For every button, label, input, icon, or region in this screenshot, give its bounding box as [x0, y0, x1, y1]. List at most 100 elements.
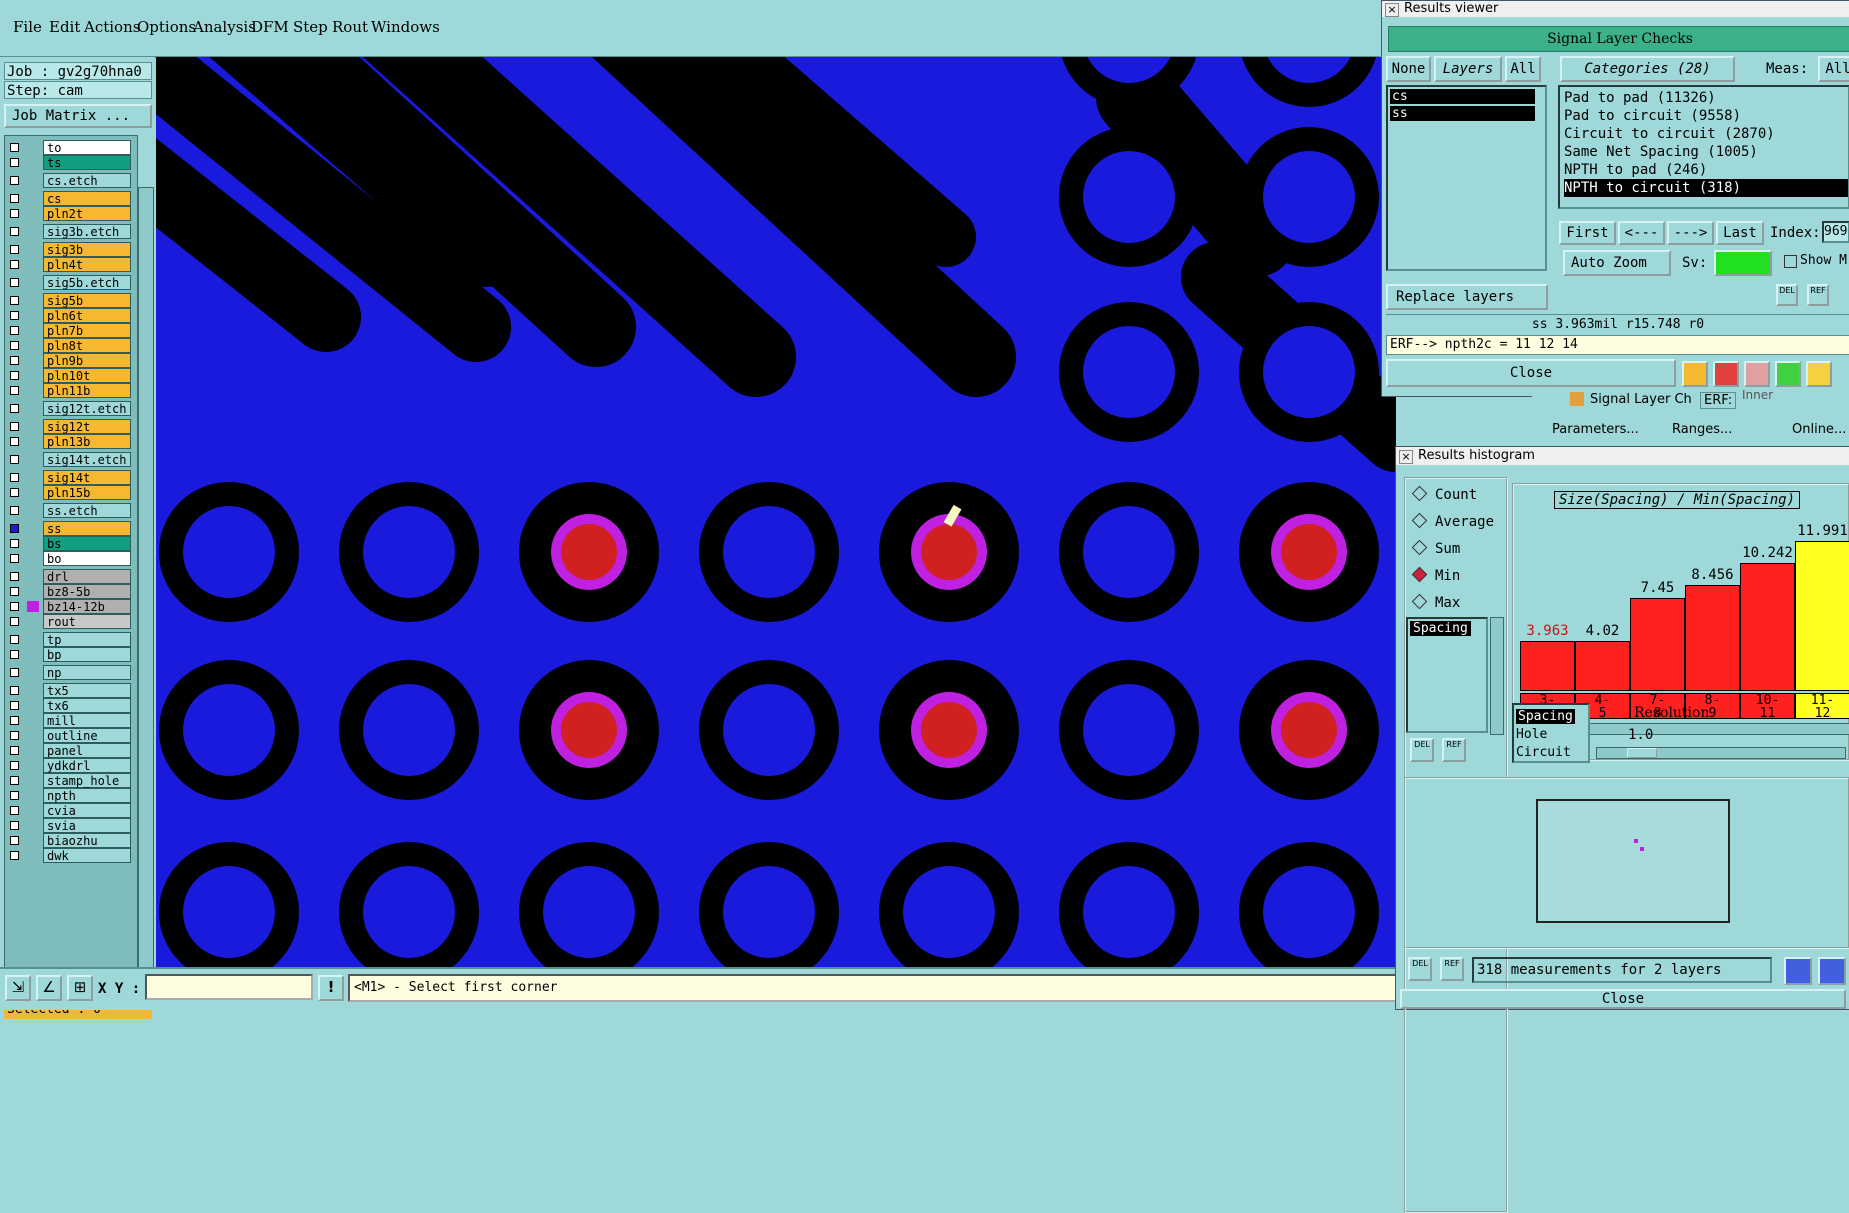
layer-name[interactable]: bo	[43, 551, 131, 566]
histogram-bar[interactable]	[1685, 585, 1740, 691]
layer-name[interactable]: ss.etch	[43, 503, 131, 518]
tool-icon[interactable]	[1806, 361, 1832, 387]
layer-row-stamp_hole[interactable]: stamp_hole	[7, 773, 133, 788]
mode-count[interactable]: Count	[1411, 485, 1477, 503]
measure-scrollbar[interactable]	[1490, 617, 1504, 735]
layer-row-sig5b[interactable]: sig5b	[7, 293, 133, 308]
layer-row-tx5[interactable]: tx5	[7, 683, 133, 698]
layer-name[interactable]: cvia	[43, 803, 131, 818]
layer-checkbox[interactable]	[10, 194, 19, 203]
layer-row-sig12t.etch[interactable]: sig12t.etch	[7, 401, 133, 416]
category-item[interactable]: Same Net Spacing (1005)	[1564, 143, 1758, 161]
layer-checkbox[interactable]	[10, 341, 19, 350]
layer-checkbox[interactable]	[10, 806, 19, 815]
category-item[interactable]: NPTH to circuit (318)	[1564, 179, 1848, 197]
layer-checkbox[interactable]	[10, 524, 19, 533]
layer-checkbox[interactable]	[10, 371, 19, 380]
mode-sum[interactable]: Sum	[1411, 539, 1460, 557]
layer-checkbox[interactable]	[10, 506, 19, 515]
del-icon[interactable]: DEL	[1408, 957, 1432, 981]
layer-row-panel[interactable]: panel	[7, 743, 133, 758]
histogram-bar[interactable]	[1630, 598, 1685, 691]
layer-row-pln7b[interactable]: pln7b	[7, 323, 133, 338]
layer-row-ss[interactable]: ss	[7, 521, 133, 536]
layer-name[interactable]: pln8t	[43, 338, 131, 353]
layer-row-mill[interactable]: mill	[7, 713, 133, 728]
tool-icon[interactable]	[1713, 361, 1739, 387]
layer-checkbox[interactable]	[10, 356, 19, 365]
layer-checkbox[interactable]	[10, 701, 19, 710]
layer-name[interactable]: bp	[43, 647, 131, 662]
tool-icon[interactable]	[1775, 361, 1801, 387]
layer-checkbox[interactable]	[10, 404, 19, 413]
layer-name[interactable]: stamp_hole	[43, 773, 131, 788]
layer-checkbox[interactable]	[10, 602, 19, 611]
layer-name[interactable]: cs	[43, 191, 131, 206]
layer-checkbox[interactable]	[10, 158, 19, 167]
show-checkbox[interactable]	[1784, 255, 1797, 268]
layer-name[interactable]: sig14t	[43, 470, 131, 485]
layers-toggle-button[interactable]: Layers	[1434, 56, 1502, 82]
graphics-canvas[interactable]	[156, 57, 1396, 967]
layer-row-tx6[interactable]: tx6	[7, 698, 133, 713]
layer-name[interactable]: pln10t	[43, 368, 131, 383]
layer-row-drl[interactable]: drl	[7, 569, 133, 584]
close-icon[interactable]: ×	[1399, 450, 1413, 464]
pcb-view[interactable]	[156, 57, 1396, 967]
layer-row-sig5b.etch[interactable]: sig5b.etch	[7, 275, 133, 290]
layer-name[interactable]: outline	[43, 728, 131, 743]
measure-item[interactable]: Spacing	[1410, 621, 1471, 636]
index-input[interactable]: 969	[1822, 221, 1849, 243]
meas-selector[interactable]: All	[1818, 56, 1849, 82]
layer-row-biaozhu[interactable]: biaozhu	[7, 833, 133, 848]
layer-row-pln4t[interactable]: pln4t	[7, 257, 133, 272]
ref-icon[interactable]: REF	[1442, 738, 1466, 762]
layer-checkbox[interactable]	[10, 635, 19, 644]
layer-name[interactable]: sig5b.etch	[43, 275, 131, 290]
mode-average[interactable]: Average	[1411, 512, 1494, 530]
category-item[interactable]: Pad to circuit (9558)	[1564, 107, 1741, 125]
ref-icon[interactable]: REF	[1440, 957, 1464, 981]
info-icon[interactable]: !	[318, 975, 344, 1001]
menu-options[interactable]: Options	[137, 18, 196, 36]
menu-rout[interactable]: Rout	[332, 18, 368, 36]
first-button[interactable]: First	[1559, 221, 1616, 245]
layer-name[interactable]: svia	[43, 818, 131, 833]
layer-name[interactable]: sig12t	[43, 419, 131, 434]
measure-list[interactable]: Spacing	[1406, 617, 1488, 733]
layer-name[interactable]: to	[43, 140, 131, 155]
layer-row-pln8t[interactable]: pln8t	[7, 338, 133, 353]
layer-row-to[interactable]: to	[7, 140, 133, 155]
layer-row-cvia[interactable]: cvia	[7, 803, 133, 818]
layer-row-sig14t[interactable]: sig14t	[7, 470, 133, 485]
layer-name[interactable]: biaozhu	[43, 833, 131, 848]
layer-result-list[interactable]: cs ss	[1386, 85, 1547, 271]
slider-thumb[interactable]	[1627, 748, 1657, 758]
layer-checkbox[interactable]	[10, 617, 19, 626]
zoom-box-icon[interactable]: ⇲	[5, 975, 31, 1001]
layer-scrollbar[interactable]	[138, 187, 154, 994]
layer-row-pln9b[interactable]: pln9b	[7, 353, 133, 368]
layer-row-ss.etch[interactable]: ss.etch	[7, 503, 133, 518]
layer-name[interactable]: ss	[43, 521, 131, 536]
result-layer-item[interactable]: ss	[1390, 106, 1535, 121]
viewer-close-button[interactable]: Close	[1386, 359, 1676, 387]
xy-input[interactable]	[145, 974, 313, 1000]
layer-name[interactable]: sig12t.etch	[43, 401, 131, 416]
layer-name[interactable]: panel	[43, 743, 131, 758]
categories-button[interactable]: Categories (28)	[1560, 56, 1735, 82]
layer-checkbox[interactable]	[10, 851, 19, 860]
layer-name[interactable]: np	[43, 665, 131, 680]
ranges-button[interactable]: Ranges...	[1672, 422, 1732, 437]
layer-name[interactable]: ts	[43, 155, 131, 170]
sv-color-selector[interactable]	[1714, 250, 1772, 276]
layer-row-np[interactable]: np	[7, 665, 133, 680]
layer-row-sig3b.etch[interactable]: sig3b.etch	[7, 224, 133, 239]
layer-name[interactable]: cs.etch	[43, 173, 131, 188]
resolution-slider[interactable]	[1596, 747, 1846, 759]
layer-checkbox[interactable]	[10, 572, 19, 581]
layer-name[interactable]: sig3b	[43, 242, 131, 257]
layer-row-ts[interactable]: ts	[7, 155, 133, 170]
layer-name[interactable]: tp	[43, 632, 131, 647]
layer-name[interactable]: pln2t	[43, 206, 131, 221]
